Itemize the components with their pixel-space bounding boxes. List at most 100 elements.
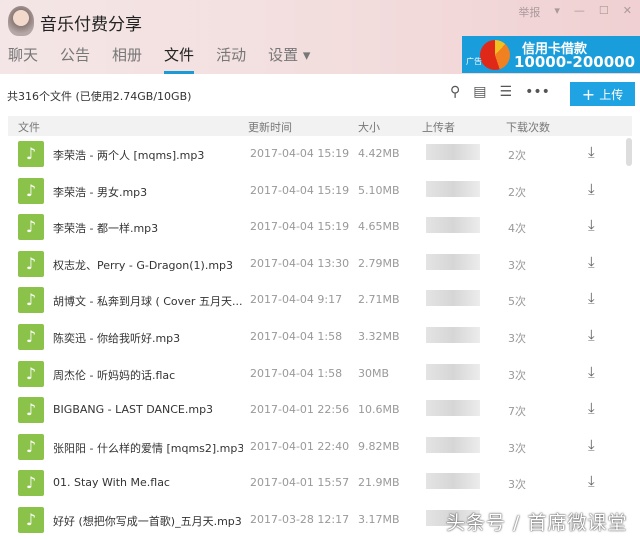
- file-size: 4.65MB: [358, 220, 400, 234]
- download-count: 4次: [508, 222, 526, 236]
- file-size: 4.42MB: [358, 147, 400, 160]
- uploader-blurred: [426, 217, 480, 234]
- music-file-icon: ♪: [18, 433, 44, 460]
- music-file-icon: ♪: [18, 214, 44, 241]
- uploader-blurred: [426, 180, 480, 197]
- download-count: 3次: [508, 368, 526, 382]
- music-file-icon: ♪: [18, 360, 44, 387]
- report-button[interactable]: 举报: [518, 4, 540, 20]
- file-name[interactable]: 周杰伦 - 听妈妈的话.flac: [53, 367, 243, 383]
- maximize-icon[interactable]: ☐: [599, 4, 609, 20]
- list-view-icon[interactable]: ☰: [500, 84, 513, 100]
- window-controls: 举报 ▾ — ☐ ✕: [518, 4, 632, 20]
- pie-graphic-icon: [480, 40, 510, 70]
- file-name[interactable]: 李荣浩 - 两个人 [mqms].mp3: [53, 147, 243, 163]
- file-row[interactable]: ♪ 胡博文 - 私奔到月球 ( Cover 五月天... 2017-04-04 …: [0, 283, 622, 319]
- download-count: 3次: [508, 478, 526, 492]
- file-name[interactable]: BIGBANG - LAST DANCE.mp3: [53, 403, 243, 416]
- download-count: 3次: [508, 332, 526, 345]
- file-time: 2017-04-04 15:19: [250, 147, 350, 160]
- music-file-icon: ♪: [18, 470, 44, 497]
- file-row[interactable]: ♪ 周杰伦 - 听妈妈的话.flac 2017-04-04 1:58 30MB …: [0, 357, 622, 393]
- music-file-icon: ♪: [18, 177, 44, 204]
- tab-chat[interactable]: 聊天: [8, 44, 38, 74]
- file-name[interactable]: 权志龙、Perry - G-Dragon(1).mp3: [53, 257, 243, 273]
- file-row[interactable]: ♪ 李荣浩 - 都一样.mp3 2017-04-04 15:19 4.65MB …: [0, 210, 622, 246]
- col-downloads[interactable]: 下载次数: [506, 119, 550, 135]
- uploader-blurred: [426, 253, 480, 270]
- file-size: 3.17MB: [358, 513, 400, 526]
- tab-settings[interactable]: 设置 ▾: [268, 44, 310, 74]
- close-icon[interactable]: ✕: [623, 4, 632, 20]
- file-name[interactable]: 01. Stay With Me.flac: [53, 476, 243, 489]
- plus-icon: +: [581, 84, 596, 104]
- music-file-icon: ♪: [18, 397, 44, 424]
- file-time: 2017-04-04 1:58: [250, 366, 343, 380]
- search-icon[interactable]: ⚲: [450, 84, 460, 100]
- download-icon[interactable]: ⤓: [588, 326, 595, 344]
- group-title: 音乐付费分享: [40, 15, 142, 35]
- file-row[interactable]: ♪ BIGBANG - LAST DANCE.mp3 2017-04-01 22…: [0, 393, 622, 429]
- download-icon[interactable]: ⤓: [588, 180, 595, 198]
- upload-button[interactable]: + 上传: [570, 82, 635, 106]
- col-size[interactable]: 大小: [358, 119, 380, 135]
- download-count: 3次: [508, 441, 526, 455]
- uploader-blurred: [426, 400, 480, 417]
- inbox-icon[interactable]: ▤: [473, 84, 486, 100]
- file-row[interactable]: ♪ 李荣浩 - 两个人 [mqms].mp3 2017-04-04 15:19 …: [0, 137, 622, 173]
- download-icon[interactable]: ⤓: [588, 472, 595, 490]
- file-time: 2017-04-04 1:58: [250, 330, 343, 343]
- download-icon[interactable]: ⤓: [588, 363, 595, 381]
- file-name[interactable]: 张阳阳 - 什么样的爱情 [mqms2].mp3: [53, 440, 243, 456]
- file-time: 2017-04-04 15:19: [250, 220, 350, 234]
- download-icon[interactable]: ⤓: [588, 143, 595, 161]
- file-row[interactable]: ♪ 01. Stay With Me.flac 2017-04-01 15:57…: [0, 466, 622, 502]
- tab-notice[interactable]: 公告: [60, 44, 90, 74]
- minimize-icon[interactable]: —: [574, 4, 585, 20]
- tab-files[interactable]: 文件: [164, 44, 195, 74]
- download-icon[interactable]: ⤓: [588, 253, 595, 271]
- file-row[interactable]: ♪ 权志龙、Perry - G-Dragon(1).mp3 2017-04-04…: [0, 247, 622, 283]
- file-name[interactable]: 陈奕迅 - 你给我听好.mp3: [53, 330, 243, 346]
- tab-activity[interactable]: 活动: [216, 44, 246, 74]
- uploader-blurred: [426, 473, 480, 490]
- dropdown-icon[interactable]: ▾: [554, 4, 560, 20]
- file-time: 2017-04-01 15:57: [250, 476, 350, 490]
- file-name[interactable]: 李荣浩 - 都一样.mp3: [53, 220, 243, 236]
- file-name[interactable]: 李荣浩 - 男女.mp3: [53, 184, 243, 200]
- scrollbar[interactable]: [626, 138, 632, 166]
- file-size: 2.71MB: [358, 293, 400, 307]
- file-name[interactable]: 胡博文 - 私奔到月球 ( Cover 五月天...: [53, 293, 243, 309]
- file-row[interactable]: ♪ 李荣浩 - 男女.mp3 2017-04-04 15:19 5.10MB 2…: [0, 174, 622, 210]
- ad-banner[interactable]: 广告 信用卡借款 10000-200000: [462, 36, 640, 73]
- file-time: 2017-04-04 13:30: [250, 256, 350, 270]
- uploader-blurred: [426, 327, 480, 343]
- download-count: 5次: [508, 295, 526, 309]
- group-avatar[interactable]: [8, 6, 34, 36]
- download-count: 3次: [508, 258, 526, 272]
- file-time: 2017-04-01 22:40: [250, 439, 350, 453]
- file-size: 5.10MB: [358, 183, 400, 197]
- title-bar: 音乐付费分享 举报 ▾ — ☐ ✕ 聊天 公告 相册 文件 活动 设置 ▾ 广告…: [0, 0, 640, 74]
- download-icon[interactable]: ⤓: [588, 216, 595, 234]
- col-time[interactable]: 更新时间: [248, 119, 292, 135]
- uploader-blurred: [426, 363, 480, 380]
- file-size: 2.79MB: [358, 256, 400, 270]
- download-count: 7次: [508, 405, 526, 419]
- ad-tag: 广告: [466, 57, 482, 66]
- file-row[interactable]: ♪ 张阳阳 - 什么样的爱情 [mqms2].mp3 2017-04-01 22…: [0, 430, 622, 466]
- file-row[interactable]: ♪ 陈奕迅 - 你给我听好.mp3 2017-04-04 1:58 3.32MB…: [0, 320, 622, 356]
- download-icon[interactable]: ⤓: [588, 399, 595, 417]
- tab-album[interactable]: 相册: [112, 44, 142, 74]
- music-file-icon: ♪: [18, 287, 44, 314]
- watermark: 头条号 / 首席微课堂: [446, 512, 628, 534]
- download-icon[interactable]: ⤓: [588, 436, 595, 454]
- download-icon[interactable]: ⤓: [588, 289, 595, 307]
- file-name[interactable]: 好好 (想把你写成一首歌)_五月天.mp3: [53, 513, 243, 529]
- col-uploader[interactable]: 上传者: [422, 119, 455, 135]
- group-nav: 聊天 公告 相册 文件 活动 设置 ▾: [8, 44, 332, 74]
- col-file[interactable]: 文件: [18, 119, 40, 135]
- more-icon[interactable]: •••: [525, 84, 550, 100]
- uploader-blurred: [426, 436, 480, 453]
- file-size: 21.9MB: [358, 476, 400, 490]
